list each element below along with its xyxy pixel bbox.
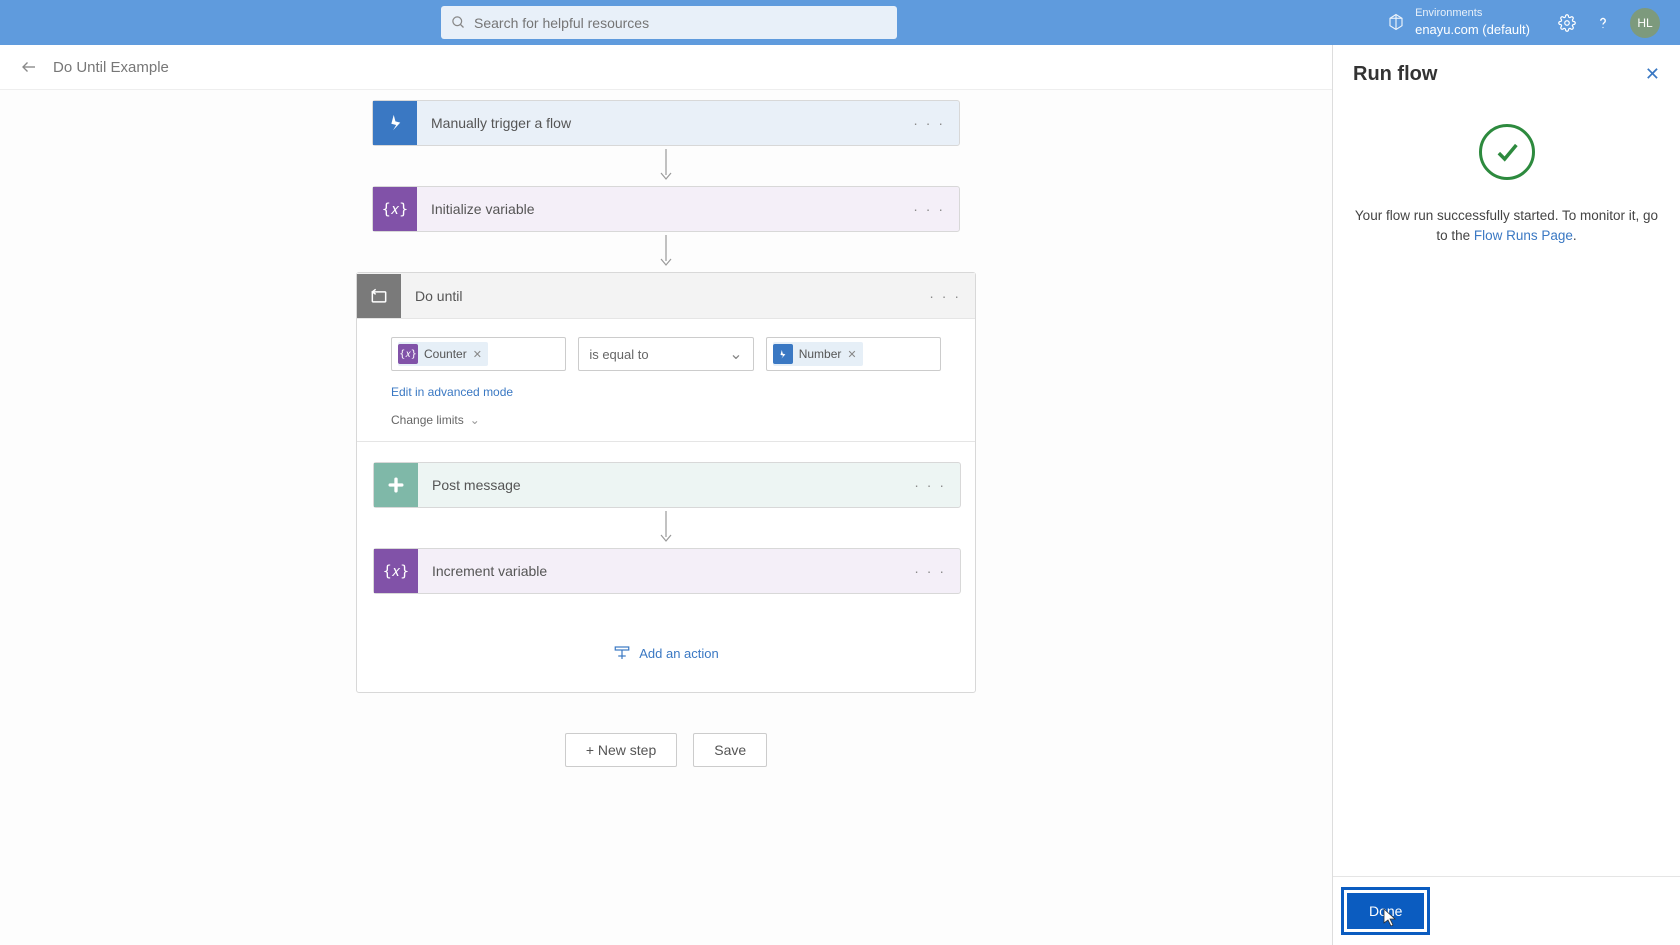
- step-menu-icon[interactable]: · · ·: [913, 201, 945, 217]
- step-title: Do until: [415, 288, 929, 304]
- panel-body: Your flow run successfully started. To m…: [1333, 94, 1680, 876]
- token-number: Number ✕: [773, 342, 863, 366]
- connector-arrow: [356, 146, 976, 186]
- bottom-buttons: + New step Save: [356, 733, 976, 767]
- step-menu-icon[interactable]: · · ·: [913, 115, 945, 131]
- variable-icon: {𝑥}: [374, 549, 418, 593]
- panel-message: Your flow run successfully started. To m…: [1353, 206, 1660, 247]
- step-title: Initialize variable: [431, 201, 913, 217]
- connector-arrow: [356, 232, 976, 272]
- variable-badge-icon: {𝑥}: [398, 344, 418, 364]
- step-do-until: Do until · · · {𝑥} Counter ✕ is equal to…: [356, 272, 976, 693]
- search-input[interactable]: [474, 15, 887, 31]
- back-arrow-icon[interactable]: [20, 58, 38, 76]
- close-icon[interactable]: ✕: [1645, 64, 1660, 85]
- loop-icon: [357, 274, 401, 318]
- remove-token-icon[interactable]: ✕: [473, 348, 482, 361]
- flow-runs-page-link[interactable]: Flow Runs Page: [1474, 228, 1573, 243]
- flow-canvas: Manually trigger a flow · · · {𝑥} Initia…: [0, 90, 1332, 945]
- top-icons: HL: [1558, 8, 1660, 38]
- slack-icon: [374, 463, 418, 507]
- success-check-icon: [1479, 124, 1535, 180]
- step-menu-icon[interactable]: · · ·: [914, 563, 946, 579]
- edit-advanced-mode-link[interactable]: Edit in advanced mode: [357, 381, 975, 403]
- environment-icon: [1387, 13, 1405, 31]
- do-until-header[interactable]: Do until · · ·: [357, 273, 975, 319]
- environment-text: Environments enayu.com (default): [1415, 6, 1530, 40]
- settings-icon[interactable]: [1558, 14, 1576, 32]
- remove-token-icon[interactable]: ✕: [847, 348, 856, 361]
- condition-left-operand[interactable]: {𝑥} Counter ✕: [391, 337, 566, 371]
- step-trigger[interactable]: Manually trigger a flow · · ·: [372, 100, 960, 146]
- step-title: Post message: [432, 477, 914, 493]
- do-until-body: Post message · · · {𝑥} Increment variabl…: [357, 441, 975, 692]
- variable-icon: {𝑥}: [373, 187, 417, 231]
- step-menu-icon[interactable]: · · ·: [914, 477, 946, 493]
- add-action-link[interactable]: Add an action: [373, 594, 959, 662]
- step-title: Manually trigger a flow: [431, 115, 913, 131]
- search-icon: [451, 15, 466, 30]
- panel-header: Run flow ✕: [1333, 45, 1680, 94]
- step-menu-icon[interactable]: · · ·: [929, 288, 961, 304]
- search-box[interactable]: [441, 6, 897, 39]
- operator-text: is equal to: [589, 347, 648, 362]
- environment-selector[interactable]: Environments enayu.com (default): [1387, 6, 1530, 40]
- help-icon[interactable]: [1594, 14, 1612, 32]
- add-action-icon: [613, 644, 631, 662]
- top-bar: Environments enayu.com (default) HL: [0, 0, 1680, 45]
- step-initialize-variable[interactable]: {𝑥} Initialize variable · · ·: [372, 186, 960, 232]
- done-button[interactable]: Done: [1347, 893, 1424, 929]
- chevron-down-icon: ⌄: [470, 413, 480, 427]
- condition-operator[interactable]: is equal to ⌄: [578, 337, 753, 371]
- connector-arrow: [373, 508, 959, 548]
- step-increment-variable[interactable]: {𝑥} Increment variable · · ·: [373, 548, 961, 594]
- change-limits-link[interactable]: Change limits ⌄: [357, 403, 975, 441]
- new-step-button[interactable]: + New step: [565, 733, 677, 767]
- user-avatar[interactable]: HL: [1630, 8, 1660, 38]
- token-counter: {𝑥} Counter ✕: [398, 342, 488, 366]
- condition-right-operand[interactable]: Number ✕: [766, 337, 941, 371]
- condition-row: {𝑥} Counter ✕ is equal to ⌄ Number: [357, 319, 975, 381]
- panel-footer: Done: [1333, 876, 1680, 945]
- run-flow-panel: Run flow ✕ Your flow run successfully st…: [1332, 45, 1680, 945]
- panel-title: Run flow: [1353, 63, 1437, 86]
- chevron-down-icon: ⌄: [729, 344, 742, 364]
- flow-title: Do Until Example: [53, 59, 169, 76]
- trigger-icon: [373, 101, 417, 145]
- step-title: Increment variable: [432, 563, 914, 579]
- save-button[interactable]: Save: [693, 733, 767, 767]
- step-post-message[interactable]: Post message · · ·: [373, 462, 961, 508]
- trigger-badge-icon: [773, 344, 793, 364]
